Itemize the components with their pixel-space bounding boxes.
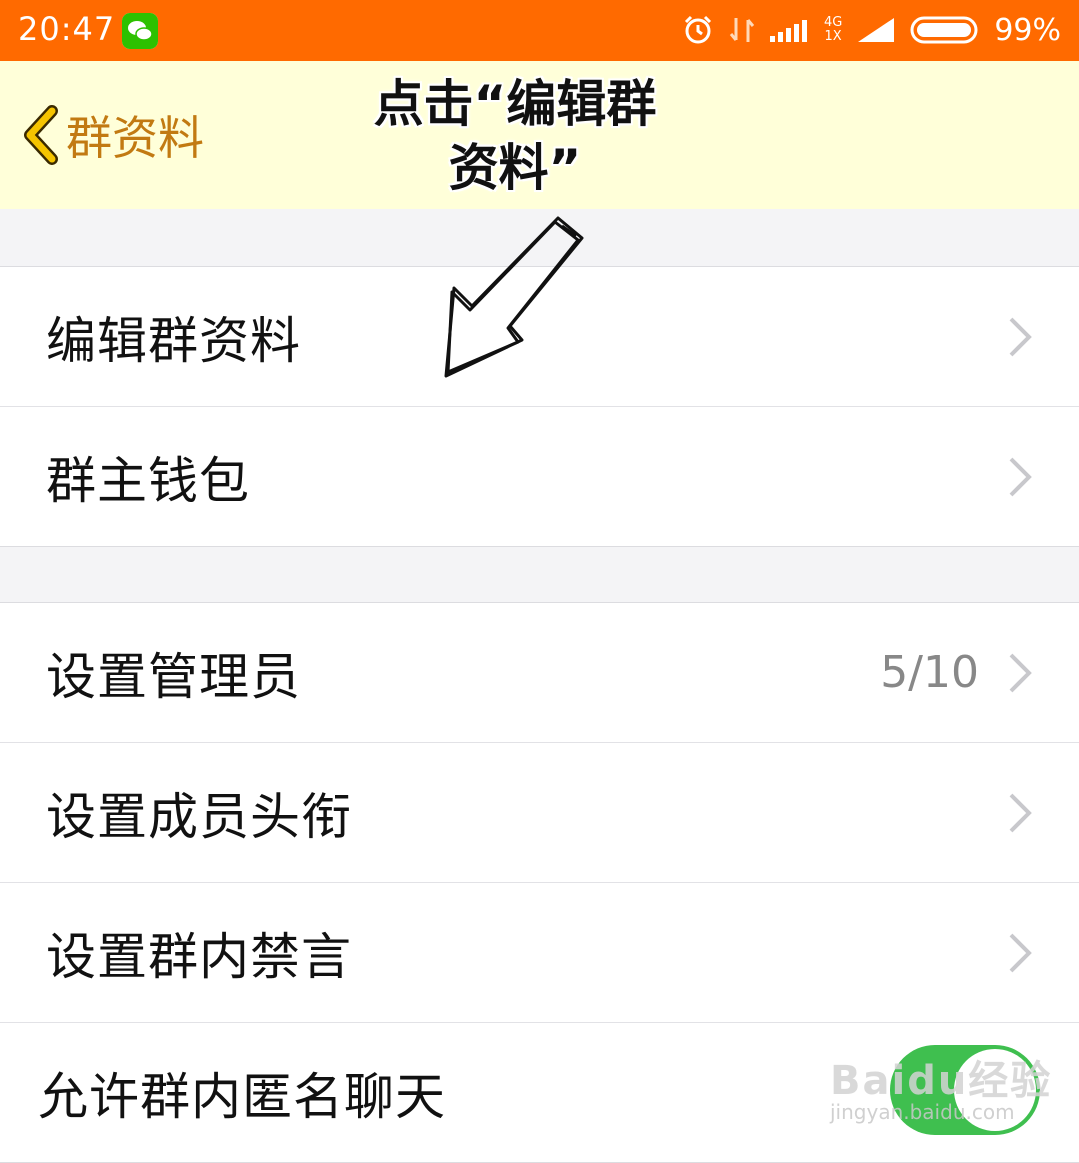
chevron-right-icon (1009, 457, 1032, 496)
signal-bars-icon (769, 20, 807, 42)
annotation-line-2: 资料” (448, 139, 582, 197)
row-label: 设置群内禁言 (46, 927, 352, 986)
baidu-watermark: Baidu经验 jingyan.baidu.com (825, 1030, 1055, 1142)
status-indicators: 4G 1X 99% (682, 10, 1061, 50)
wechat-notification-icon (122, 13, 158, 49)
row-label: 允许群内匿名聊天 (38, 1067, 446, 1126)
annotation-callout: 点击“编辑群 资料” (355, 72, 675, 200)
owner-wallet-row[interactable]: 群主钱包 (0, 407, 1079, 546)
battery-percent: 99% (994, 12, 1061, 48)
status-time: 20:47 (18, 10, 116, 48)
chevron-right-icon (1009, 933, 1032, 972)
alarm-icon (684, 15, 712, 44)
row-label: 编辑群资料 (46, 311, 301, 370)
annotation-line-1: 点击“编辑群 (373, 75, 657, 133)
admin-count: 5/10 (880, 647, 979, 698)
set-member-titles-row[interactable]: 设置成员头衔 (0, 743, 1079, 883)
watermark-text: Baidu经验 (830, 1058, 1053, 1104)
row-label: 设置成员头衔 (46, 787, 352, 846)
status-bar: 20:47 4G 1X 99% (0, 0, 1079, 61)
chevron-right-icon (1009, 317, 1032, 356)
annotation-arrow-icon (444, 216, 584, 378)
row-label: 设置管理员 (46, 647, 301, 706)
chevron-right-icon (1009, 793, 1032, 832)
battery-icon (910, 16, 978, 44)
row-label: 群主钱包 (46, 451, 250, 510)
set-admins-row[interactable]: 设置管理员 5/10 (0, 603, 1079, 743)
back-button[interactable]: 群资料 (20, 105, 204, 165)
network-type-label: 4G 1X (823, 15, 843, 44)
set-group-mute-row[interactable]: 设置群内禁言 (0, 883, 1079, 1023)
chevron-right-icon (1009, 653, 1032, 692)
cell-signal-icon (858, 18, 895, 42)
chevron-left-icon (24, 105, 58, 165)
data-transfer-icon (729, 18, 755, 42)
back-label: 群资料 (66, 111, 204, 165)
watermark-url: jingyan.baidu.com (830, 1100, 1015, 1124)
